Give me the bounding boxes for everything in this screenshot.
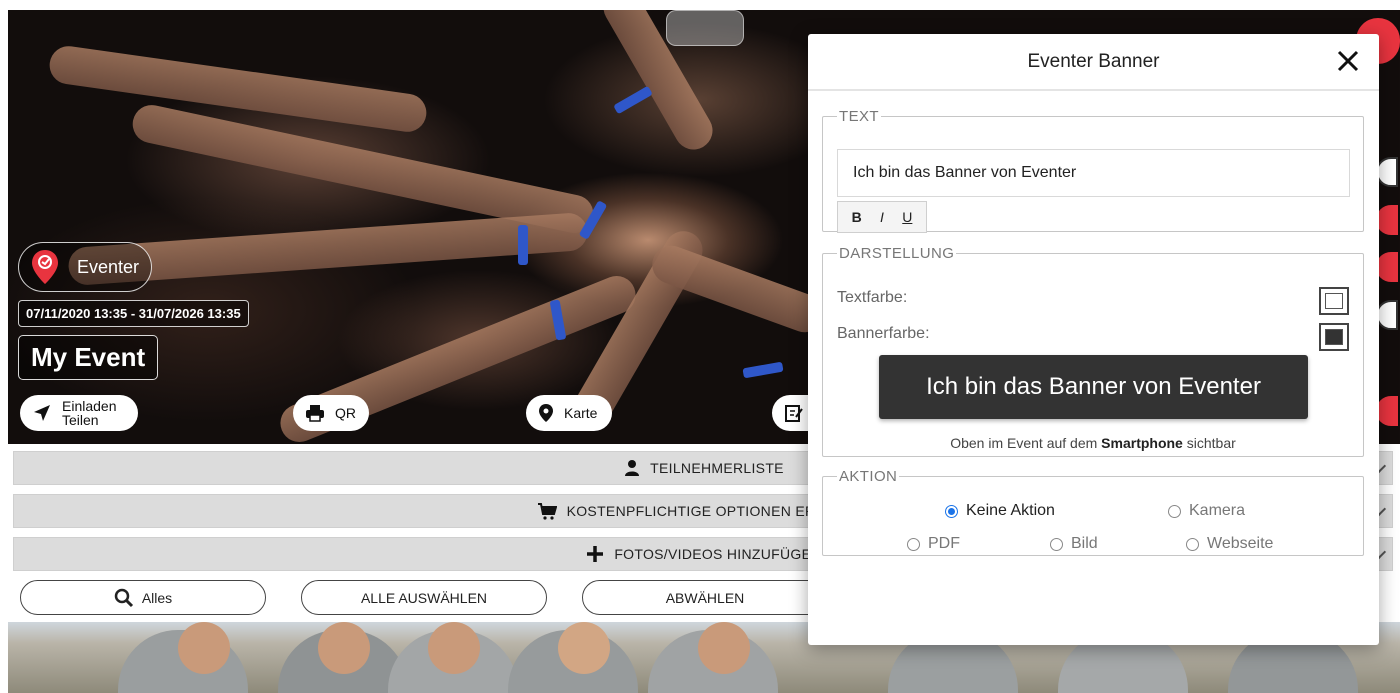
radio-image-label: Bild: [1071, 535, 1098, 552]
add-media-label: FOTOS/VIDEOS HINZUFÜGEN: [614, 546, 822, 562]
user-icon: [625, 460, 640, 476]
select-all-label: ALLE AUSWÄHLEN: [360, 589, 488, 606]
search-all-label: Alles: [141, 589, 173, 606]
bold-button[interactable]: B: [847, 209, 867, 225]
printer-icon: [306, 405, 324, 422]
side-red-action-icon-3[interactable]: [1376, 396, 1398, 426]
radio-dot: [1050, 537, 1063, 551]
radio-dot: [1186, 537, 1199, 551]
hint-strong: Smartphone: [1101, 435, 1183, 451]
action-section: AKTION Keine Aktion Kamera PDF Bild Webs…: [822, 468, 1364, 556]
event-title: My Event: [18, 335, 159, 380]
deselect-button[interactable]: ABWÄHLEN: [582, 580, 828, 615]
radio-none[interactable]: Keine Aktion: [945, 502, 1055, 520]
share-label: Teilen: [62, 412, 99, 428]
select-all-button[interactable]: ALLE AUSWÄHLEN: [301, 580, 547, 615]
qr-button[interactable]: QR: [293, 395, 369, 431]
text-color-picker[interactable]: [1319, 287, 1349, 315]
map-label: Karte: [564, 405, 598, 421]
qr-label: QR: [335, 405, 356, 421]
banner-color-swatch: [1325, 329, 1343, 345]
radio-none-label: Keine Aktion: [966, 502, 1055, 519]
banner-preview: Ich bin das Banner von Eventer: [879, 355, 1308, 419]
radio-camera[interactable]: Kamera: [1168, 502, 1245, 520]
radio-pdf[interactable]: PDF: [907, 535, 960, 553]
radio-camera-label: Kamera: [1189, 502, 1246, 519]
side-action-icon[interactable]: [1376, 157, 1398, 187]
display-section-legend: DARSTELLUNG: [839, 245, 955, 262]
side-red-action-icon-2[interactable]: [1376, 252, 1398, 282]
edit-note-icon: [785, 405, 803, 422]
banner-color-label: Bannerfarbe:: [837, 325, 930, 342]
visibility-hint: Oben im Event auf dem Smartphone sichtba…: [823, 435, 1363, 451]
event-date-range: 07/11/2020 13:35 - 31/07/2026 13:35: [18, 300, 249, 327]
location-pin-logo-icon: [32, 250, 58, 284]
banner-dialog: Eventer Banner TEXT B I U DARSTELLUNG Te…: [808, 34, 1379, 645]
italic-button[interactable]: I: [872, 209, 892, 225]
plus-icon: [587, 546, 604, 562]
hint-prefix: Oben im Event auf dem: [950, 435, 1098, 451]
radio-dot: [1168, 504, 1181, 518]
radio-dot: [907, 537, 920, 551]
radio-image[interactable]: Bild: [1050, 535, 1098, 553]
display-section: DARSTELLUNG Textfarbe: Bannerfarbe: Ich …: [822, 245, 1364, 457]
map-button[interactable]: Karte: [526, 395, 612, 431]
search-icon: [114, 588, 133, 607]
send-arrow-icon: [34, 405, 50, 421]
radio-pdf-label: PDF: [928, 535, 960, 552]
side-red-action-icon[interactable]: [1376, 205, 1398, 235]
dialog-title: Eventer Banner: [1027, 50, 1160, 72]
underline-button[interactable]: U: [897, 209, 917, 225]
side-action-icon-2[interactable]: [1376, 300, 1398, 330]
app-screen: Eventer 07/11/2020 13:35 - 31/07/2026 13…: [0, 0, 1400, 693]
deselect-label: ABWÄHLEN: [665, 589, 745, 606]
close-icon[interactable]: [1335, 48, 1361, 74]
action-section-legend: AKTION: [839, 468, 898, 485]
radio-website[interactable]: Webseite: [1186, 535, 1273, 553]
banner-color-picker[interactable]: [1319, 323, 1349, 351]
text-color-swatch: [1325, 293, 1343, 309]
text-section: TEXT B I U: [822, 108, 1364, 233]
dialog-header: Eventer Banner: [808, 34, 1379, 91]
participants-label: TEILNEHMERLISTE: [650, 460, 784, 476]
drag-handle[interactable]: [666, 10, 744, 46]
brand-badge: Eventer: [18, 242, 152, 292]
brand-name: Eventer: [77, 256, 140, 277]
banner-text-input[interactable]: [837, 149, 1350, 197]
map-pin-icon: [539, 404, 553, 422]
radio-website-label: Webseite: [1207, 535, 1274, 552]
search-all-button[interactable]: Alles: [20, 580, 266, 615]
text-color-label: Textfarbe:: [837, 289, 908, 306]
format-toolbar: B I U: [837, 201, 927, 233]
radio-dot: [945, 504, 958, 518]
invite-share-button[interactable]: Einladen Teilen: [20, 395, 138, 431]
shopping-cart-icon: [537, 503, 557, 520]
text-section-legend: TEXT: [839, 108, 879, 125]
hint-suffix: sichtbar: [1186, 435, 1236, 451]
